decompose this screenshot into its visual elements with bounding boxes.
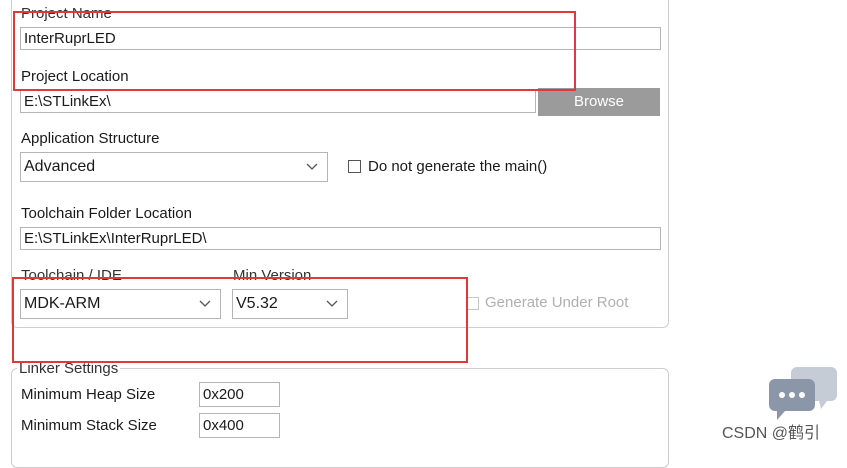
no-main-label: Do not generate the main() xyxy=(368,158,548,175)
heap-size-input[interactable]: 0x200 xyxy=(199,382,280,407)
toolchain-folder-label: Toolchain Folder Location xyxy=(21,205,192,222)
stack-size-input[interactable]: 0x400 xyxy=(199,413,280,438)
annotation-box-toolchain xyxy=(12,277,468,363)
chevron-down-icon xyxy=(306,163,318,170)
under-root-label: Generate Under Root xyxy=(485,294,629,311)
watermark-text: CSDN @鹤引 xyxy=(722,425,821,442)
heap-size-label: Minimum Heap Size xyxy=(21,386,156,403)
application-structure-value: Advanced xyxy=(24,158,96,175)
application-structure-label: Application Structure xyxy=(21,130,160,147)
toolchain-folder-input[interactable]: E:\STLinkEx\InterRuprLED\ xyxy=(20,227,661,250)
no-main-checkbox[interactable] xyxy=(348,160,361,173)
stack-size-label: Minimum Stack Size xyxy=(21,417,157,434)
browse-button[interactable]: Browse xyxy=(538,88,660,116)
application-structure-select[interactable]: Advanced xyxy=(20,152,328,182)
annotation-box-project xyxy=(13,11,576,91)
project-location-input[interactable]: E:\STLinkEx\ xyxy=(20,90,536,113)
chat-bubble-icon xyxy=(769,367,837,420)
